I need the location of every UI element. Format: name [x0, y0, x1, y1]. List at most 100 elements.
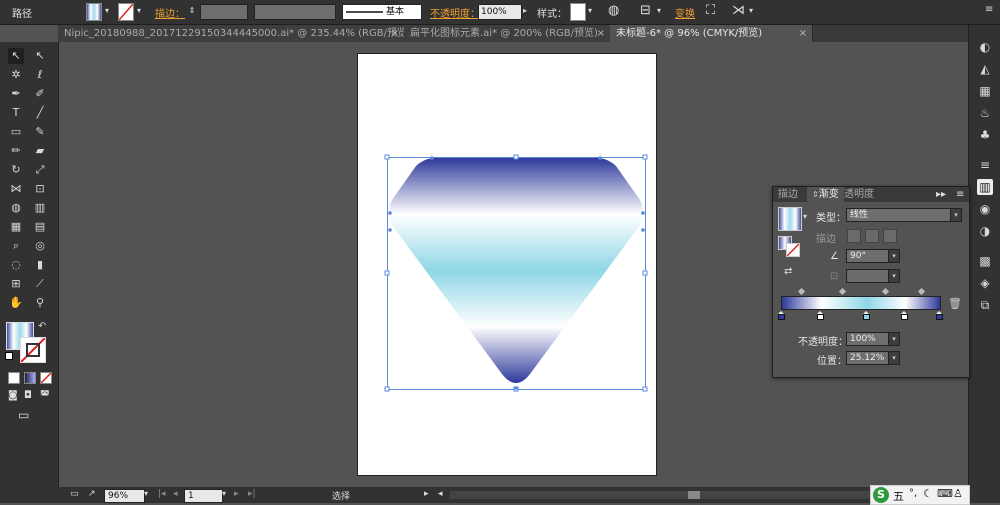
sogou-logo-icon[interactable]: S: [873, 487, 889, 503]
gradient-slider-bar[interactable]: [781, 296, 941, 310]
zoom-field[interactable]: 96%: [104, 489, 145, 503]
artboard-number-field[interactable]: 1: [184, 489, 223, 503]
symbol-sprayer-tool-icon[interactable]: ◌: [8, 257, 24, 273]
type-select[interactable]: 线性: [846, 208, 951, 222]
draw-behind-icon[interactable]: ◘: [24, 390, 32, 401]
transparency-icon[interactable]: ◉: [977, 201, 993, 217]
paintbrush-tool-icon[interactable]: ✎: [32, 124, 48, 140]
stroke-indicator[interactable]: [786, 243, 800, 257]
graphic-style-swatch[interactable]: [570, 3, 586, 21]
artboard-tool-icon[interactable]: ⊞: [8, 276, 24, 292]
last-artboard-icon[interactable]: ▸|: [248, 489, 256, 499]
artboard-nav-icon[interactable]: ▭: [70, 489, 79, 499]
draw-inside-icon[interactable]: ◚: [40, 390, 50, 401]
color-panel-icon[interactable]: ◐: [977, 39, 993, 55]
mesh-tool-icon[interactable]: ▦: [8, 219, 24, 235]
prev-artboard-icon[interactable]: ◂: [173, 489, 178, 499]
panel-menu-icon[interactable]: ≡: [951, 187, 969, 202]
pencil-tool-icon[interactable]: ✏: [8, 143, 24, 159]
scale-tool-icon[interactable]: ⤢: [32, 162, 48, 178]
brushes-icon[interactable]: ♨: [977, 105, 993, 121]
punctuation-icon[interactable]: °,: [909, 488, 917, 499]
tab-transparency[interactable]: 透明度: [839, 187, 879, 202]
swatches-icon[interactable]: ▦: [977, 83, 993, 99]
symbols-icon[interactable]: ♣: [977, 127, 993, 143]
graphic-styles-icon[interactable]: ▩: [977, 253, 993, 269]
next-artboard-icon[interactable]: ▸: [234, 489, 239, 499]
stroke-across-icon[interactable]: [883, 229, 897, 243]
scrollbar-thumb[interactable]: [688, 491, 700, 499]
collapse-panel-icon[interactable]: ▸▸: [931, 187, 951, 202]
default-colors-icon[interactable]: [5, 352, 13, 360]
color-mode-icon[interactable]: [8, 372, 20, 384]
tab-stroke[interactable]: 描边: [773, 187, 803, 202]
style-dropdown-icon[interactable]: ▾: [585, 4, 595, 18]
aspect-ratio-field[interactable]: [846, 269, 889, 283]
gradient-stop[interactable]: [862, 311, 870, 320]
type-tool-icon[interactable]: T: [8, 105, 24, 121]
zoom-tool-icon[interactable]: ⚲: [32, 295, 48, 311]
width-tool-icon[interactable]: ⋈: [8, 181, 24, 197]
aspect-ratio-dropdown-icon[interactable]: ▾: [888, 269, 900, 283]
delete-stop-icon[interactable]: 🗑: [948, 297, 962, 310]
fill-dropdown-icon[interactable]: ▾: [102, 4, 112, 18]
reflect-icon[interactable]: ⋊: [732, 3, 745, 18]
stroke-color-box[interactable]: [20, 337, 46, 363]
stroke-panel-icon[interactable]: ≡: [977, 157, 993, 173]
stroke-along-icon[interactable]: [865, 229, 879, 243]
close-icon[interactable]: ×: [597, 25, 605, 42]
zoom-dropdown-icon[interactable]: ▾: [144, 489, 148, 498]
person-icon[interactable]: ♙: [953, 487, 963, 500]
appearance-icon[interactable]: ◑: [977, 223, 993, 239]
variable-width-profile[interactable]: [254, 4, 336, 20]
graph-tool-icon[interactable]: ▥: [32, 200, 48, 216]
opacity-dropdown-icon[interactable]: ▸: [520, 4, 530, 18]
angle-dropdown-icon[interactable]: ▾: [888, 249, 900, 263]
layers-icon[interactable]: ◈: [977, 275, 993, 291]
draw-normal-icon[interactable]: ◙: [8, 390, 18, 401]
slice-tool-icon[interactable]: ⟋: [32, 276, 48, 292]
stroke-dropdown-icon[interactable]: ▾: [134, 4, 144, 18]
close-icon[interactable]: ×: [391, 25, 399, 42]
stop-location-field[interactable]: 25.12%: [846, 351, 889, 365]
isolate-icon[interactable]: ⛶: [706, 3, 715, 18]
gradient-panel-icon[interactable]: ▥: [977, 179, 993, 195]
tab-doc-2[interactable]: 扁平化图标元素.ai* @ 200% (RGB/预览) ×: [404, 25, 611, 42]
close-icon[interactable]: ×: [799, 25, 807, 42]
lasso-tool-icon[interactable]: ℓ: [32, 67, 48, 83]
opacity-label[interactable]: 不透明度：: [430, 5, 480, 20]
type-dropdown-icon[interactable]: ▾: [950, 208, 962, 222]
align-dropdown-icon[interactable]: ▾: [654, 4, 664, 18]
stop-opacity-field[interactable]: 100%: [846, 332, 889, 346]
gradient-mode-icon[interactable]: [24, 372, 36, 384]
angle-field[interactable]: 90°: [846, 249, 889, 263]
recolor-artwork-icon[interactable]: ◍: [608, 3, 619, 18]
rotate-tool-icon[interactable]: ↻: [8, 162, 24, 178]
artboards-icon[interactable]: ⧉: [977, 297, 993, 313]
pen-tool-icon[interactable]: ✒: [8, 86, 24, 102]
line-segment-tool-icon[interactable]: ╱: [32, 105, 48, 121]
color-guide-icon[interactable]: ◭: [977, 61, 993, 77]
rectangle-tool-icon[interactable]: ▭: [8, 124, 24, 140]
transform-link[interactable]: 变换: [675, 5, 695, 20]
selection-tool-icon[interactable]: ↖: [8, 48, 24, 64]
stroke-weight-label[interactable]: 描边：: [155, 5, 185, 20]
moon-icon[interactable]: ☾: [923, 487, 933, 500]
stroke-within-icon[interactable]: [847, 229, 861, 243]
scroll-left-icon[interactable]: ◂: [438, 489, 443, 499]
none-mode-icon[interactable]: [40, 372, 52, 384]
swap-fill-stroke-icon[interactable]: ↶: [38, 321, 46, 332]
align-icon[interactable]: ⊟: [640, 3, 651, 18]
tab-doc-1[interactable]: Nipic_20180988_20171229150344445000.ai* …: [58, 25, 405, 42]
magic-wand-tool-icon[interactable]: ✲: [8, 67, 24, 83]
first-artboard-icon[interactable]: |◂: [158, 489, 166, 499]
export-icon[interactable]: ↗: [88, 489, 96, 499]
stroke-swatch[interactable]: [118, 3, 134, 21]
stop-location-dropdown-icon[interactable]: ▾: [888, 351, 900, 365]
status-menu-icon[interactable]: ▸: [424, 489, 429, 499]
gradient-stop[interactable]: [777, 311, 785, 320]
eraser-tool-icon[interactable]: ▰: [32, 143, 48, 159]
ime-mode[interactable]: 五: [893, 488, 904, 504]
eyedropper-tool-icon[interactable]: ⌕: [8, 238, 24, 254]
reflect-dropdown-icon[interactable]: ▾: [746, 4, 756, 18]
